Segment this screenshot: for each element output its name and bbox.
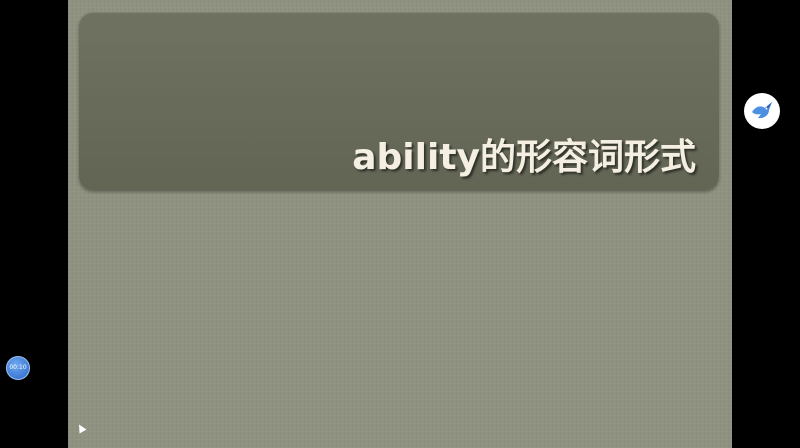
presentation-slide: ability的形容词形式 (68, 0, 732, 448)
bird-icon (752, 102, 772, 119)
screen: ability的形容词形式 00:10 (0, 0, 800, 448)
bird-app-button[interactable] (744, 93, 780, 129)
timer-bubble[interactable]: 00:10 (6, 356, 30, 380)
slide-title: ability的形容词形式 (352, 137, 696, 178)
